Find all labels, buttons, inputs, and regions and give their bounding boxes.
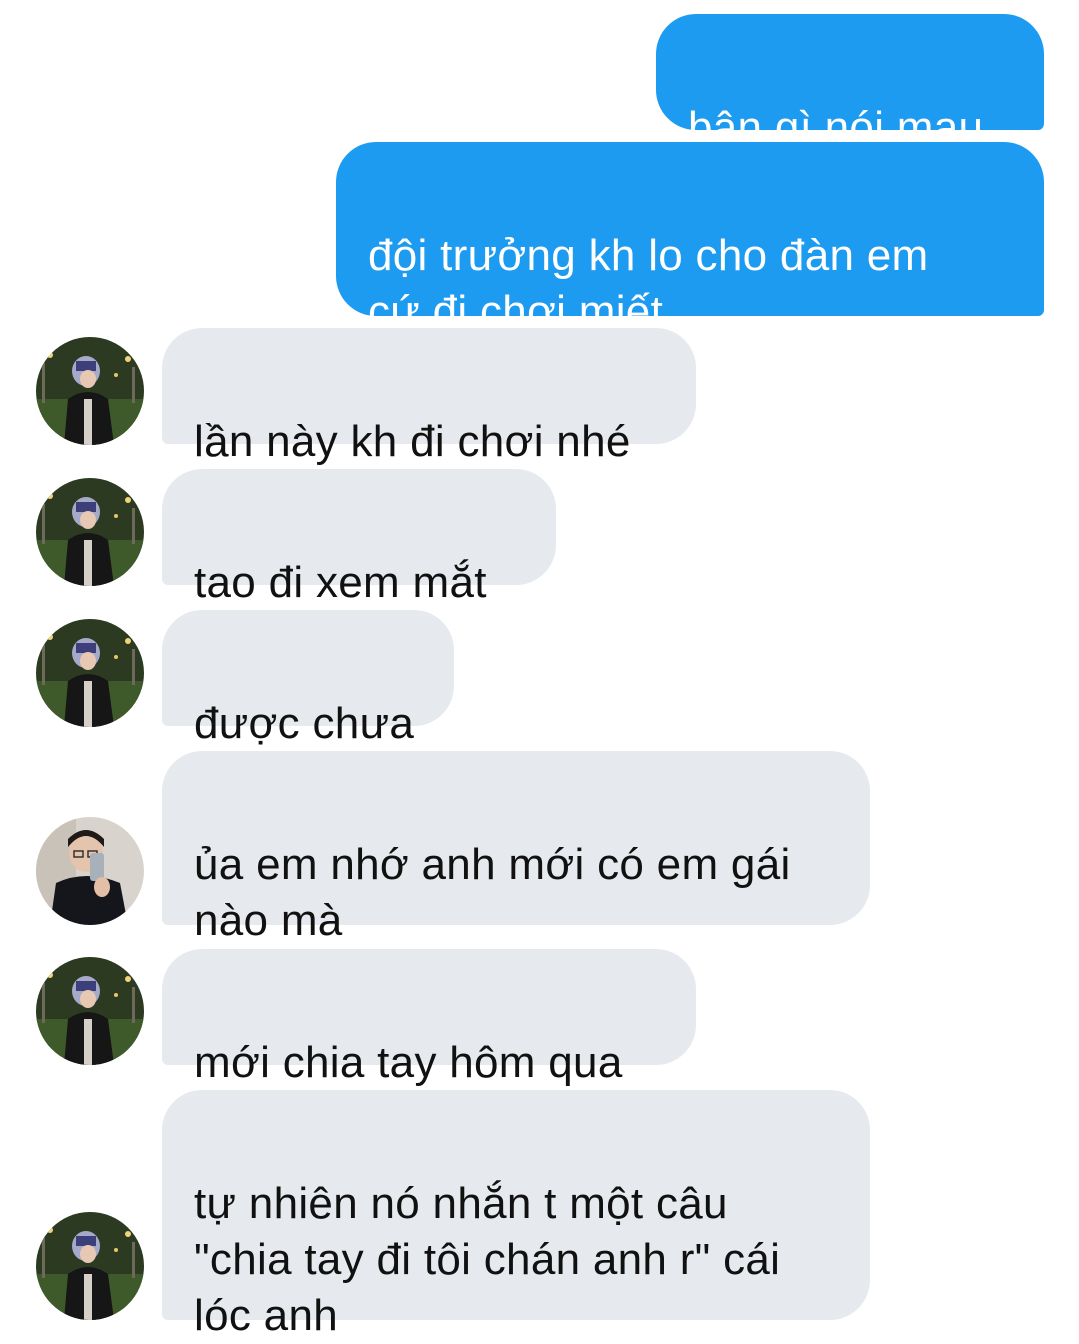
message-bubble-incoming[interactable]: ủa em nhớ anh mới có em gái nào mà (162, 751, 870, 945)
message-bubble-incoming[interactable]: được chưa (162, 610, 454, 748)
dm-conversation: { "conversation": { "messages": [ {"dire… (0, 0, 1079, 1340)
message-bubble-incoming[interactable]: tự nhiên nó nhắn t một câu "chia tay đi … (162, 1090, 870, 1340)
message-bubble-incoming[interactable]: mới chia tay hôm qua (162, 949, 696, 1087)
message-text: đội trưởng kh lo cho đàn em cứ đi chơi m… (368, 231, 929, 336)
message-text: lần này kh đi chơi nhé (194, 417, 631, 466)
message-text: tự nhiên nó nhắn t một câu "chia tay đi … (194, 1179, 781, 1340)
avatar[interactable] (36, 1212, 144, 1320)
avatar[interactable] (36, 619, 144, 727)
message-text: tao đi xem mắt (194, 558, 487, 607)
message-bubble-incoming[interactable]: lần này kh đi chơi nhé (162, 328, 696, 466)
avatar[interactable] (36, 337, 144, 445)
avatar[interactable] (36, 817, 144, 925)
avatar[interactable] (36, 957, 144, 1065)
message-text: được chưa (194, 699, 415, 748)
avatar[interactable] (36, 478, 144, 586)
message-text: ủa em nhớ anh mới có em gái nào mà (194, 840, 791, 945)
message-bubble-incoming[interactable]: tao đi xem mắt (162, 469, 556, 607)
message-bubble-outgoing[interactable]: bận gì nói mau (656, 14, 1044, 152)
message-text: mới chia tay hôm qua (194, 1038, 623, 1087)
message-bubble-outgoing[interactable]: đội trưởng kh lo cho đàn em cứ đi chơi m… (336, 142, 1044, 336)
